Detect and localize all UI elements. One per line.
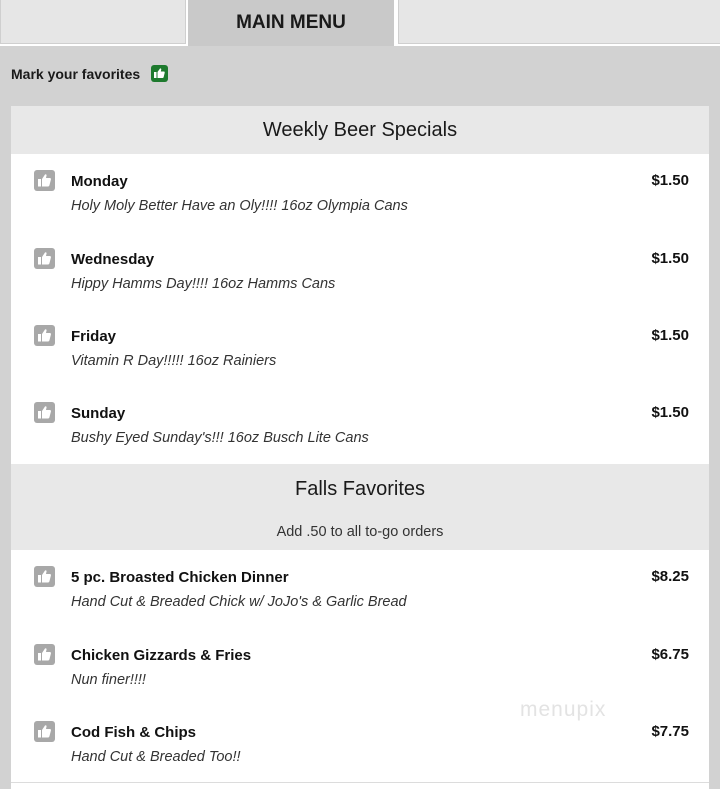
item-description: Bushy Eyed Sunday's!!! 16oz Busch Lite C… xyxy=(71,430,369,446)
section-header: Weekly Beer Specials xyxy=(11,106,709,154)
menu-item: 5 pc. Broasted Chicken Dinner Hand Cut &… xyxy=(11,550,709,629)
tab-left[interactable] xyxy=(0,0,186,44)
favorites-label: Mark your favorites xyxy=(11,65,141,82)
thumbs-up-icon[interactable] xyxy=(34,248,55,269)
menu-item: Wednesday Hippy Hamms Day!!!! 16oz Hamms… xyxy=(11,232,709,310)
thumbs-up-icon[interactable] xyxy=(34,721,55,742)
item-name: Cod Fish & Chips xyxy=(71,724,196,741)
section-header: Falls Favorites xyxy=(11,464,709,514)
menu-item: Friday Vitamin R Day!!!!! 16oz Rainiers … xyxy=(11,309,709,387)
menu-panel: Mark your favorites Weekly Beer Specials… xyxy=(0,46,720,796)
menu-item: Monday Holy Moly Better Have an Oly!!!! … xyxy=(11,154,709,233)
item-description: Hand Cut & Breaded Chick w/ JoJo's & Gar… xyxy=(71,594,407,610)
item-description: Hand Cut & Breaded Too!! xyxy=(71,749,241,765)
favorites-bar: Mark your favorites xyxy=(11,65,169,82)
tab-right[interactable] xyxy=(398,0,720,44)
thumbs-up-icon[interactable] xyxy=(34,170,55,191)
item-description: Vitamin R Day!!!!! 16oz Rainiers xyxy=(71,353,277,369)
section-note: Add .50 to all to-go orders xyxy=(11,514,709,550)
item-description: Hippy Hamms Day!!!! 16oz Hamms Cans xyxy=(71,276,336,292)
menu-item: Sunday Bushy Eyed Sunday's!!! 16oz Busch… xyxy=(11,386,709,464)
item-name: 5 pc. Broasted Chicken Dinner xyxy=(71,569,289,586)
item-price: $6.75 xyxy=(651,646,689,663)
thumbs-up-icon[interactable] xyxy=(34,402,55,423)
thumbs-up-icon[interactable] xyxy=(34,644,55,665)
tab-bar: MAIN MENU xyxy=(0,0,720,46)
item-price: $1.50 xyxy=(651,172,689,189)
thumbs-up-icon[interactable] xyxy=(34,566,55,587)
item-name: Monday xyxy=(71,173,128,190)
item-name: Wednesday xyxy=(71,251,155,268)
watermark-logo: menupix xyxy=(520,698,607,721)
item-description: Nun finer!!!! xyxy=(71,672,146,688)
item-price: $1.50 xyxy=(651,250,689,267)
item-name: Chicken Gizzards & Fries xyxy=(71,647,252,664)
thumbs-up-icon[interactable] xyxy=(151,65,169,82)
tab-main-menu[interactable]: MAIN MENU xyxy=(188,0,394,46)
menu-content: Weekly Beer Specials Monday Holy Moly Be… xyxy=(11,106,709,796)
item-price: $8.25 xyxy=(651,568,689,585)
item-description: Holy Moly Better Have an Oly!!!! 16oz Ol… xyxy=(71,198,408,214)
item-price: $7.75 xyxy=(651,723,689,740)
item-name: Friday xyxy=(71,328,117,345)
item-price: $1.50 xyxy=(651,327,689,344)
item-name: Sunday xyxy=(71,405,126,422)
thumbs-up-icon[interactable] xyxy=(34,325,55,346)
menu-item: Chicken Gizzards & Fries Nun finer!!!! $… xyxy=(11,628,709,706)
item-price: $1.50 xyxy=(651,404,689,421)
